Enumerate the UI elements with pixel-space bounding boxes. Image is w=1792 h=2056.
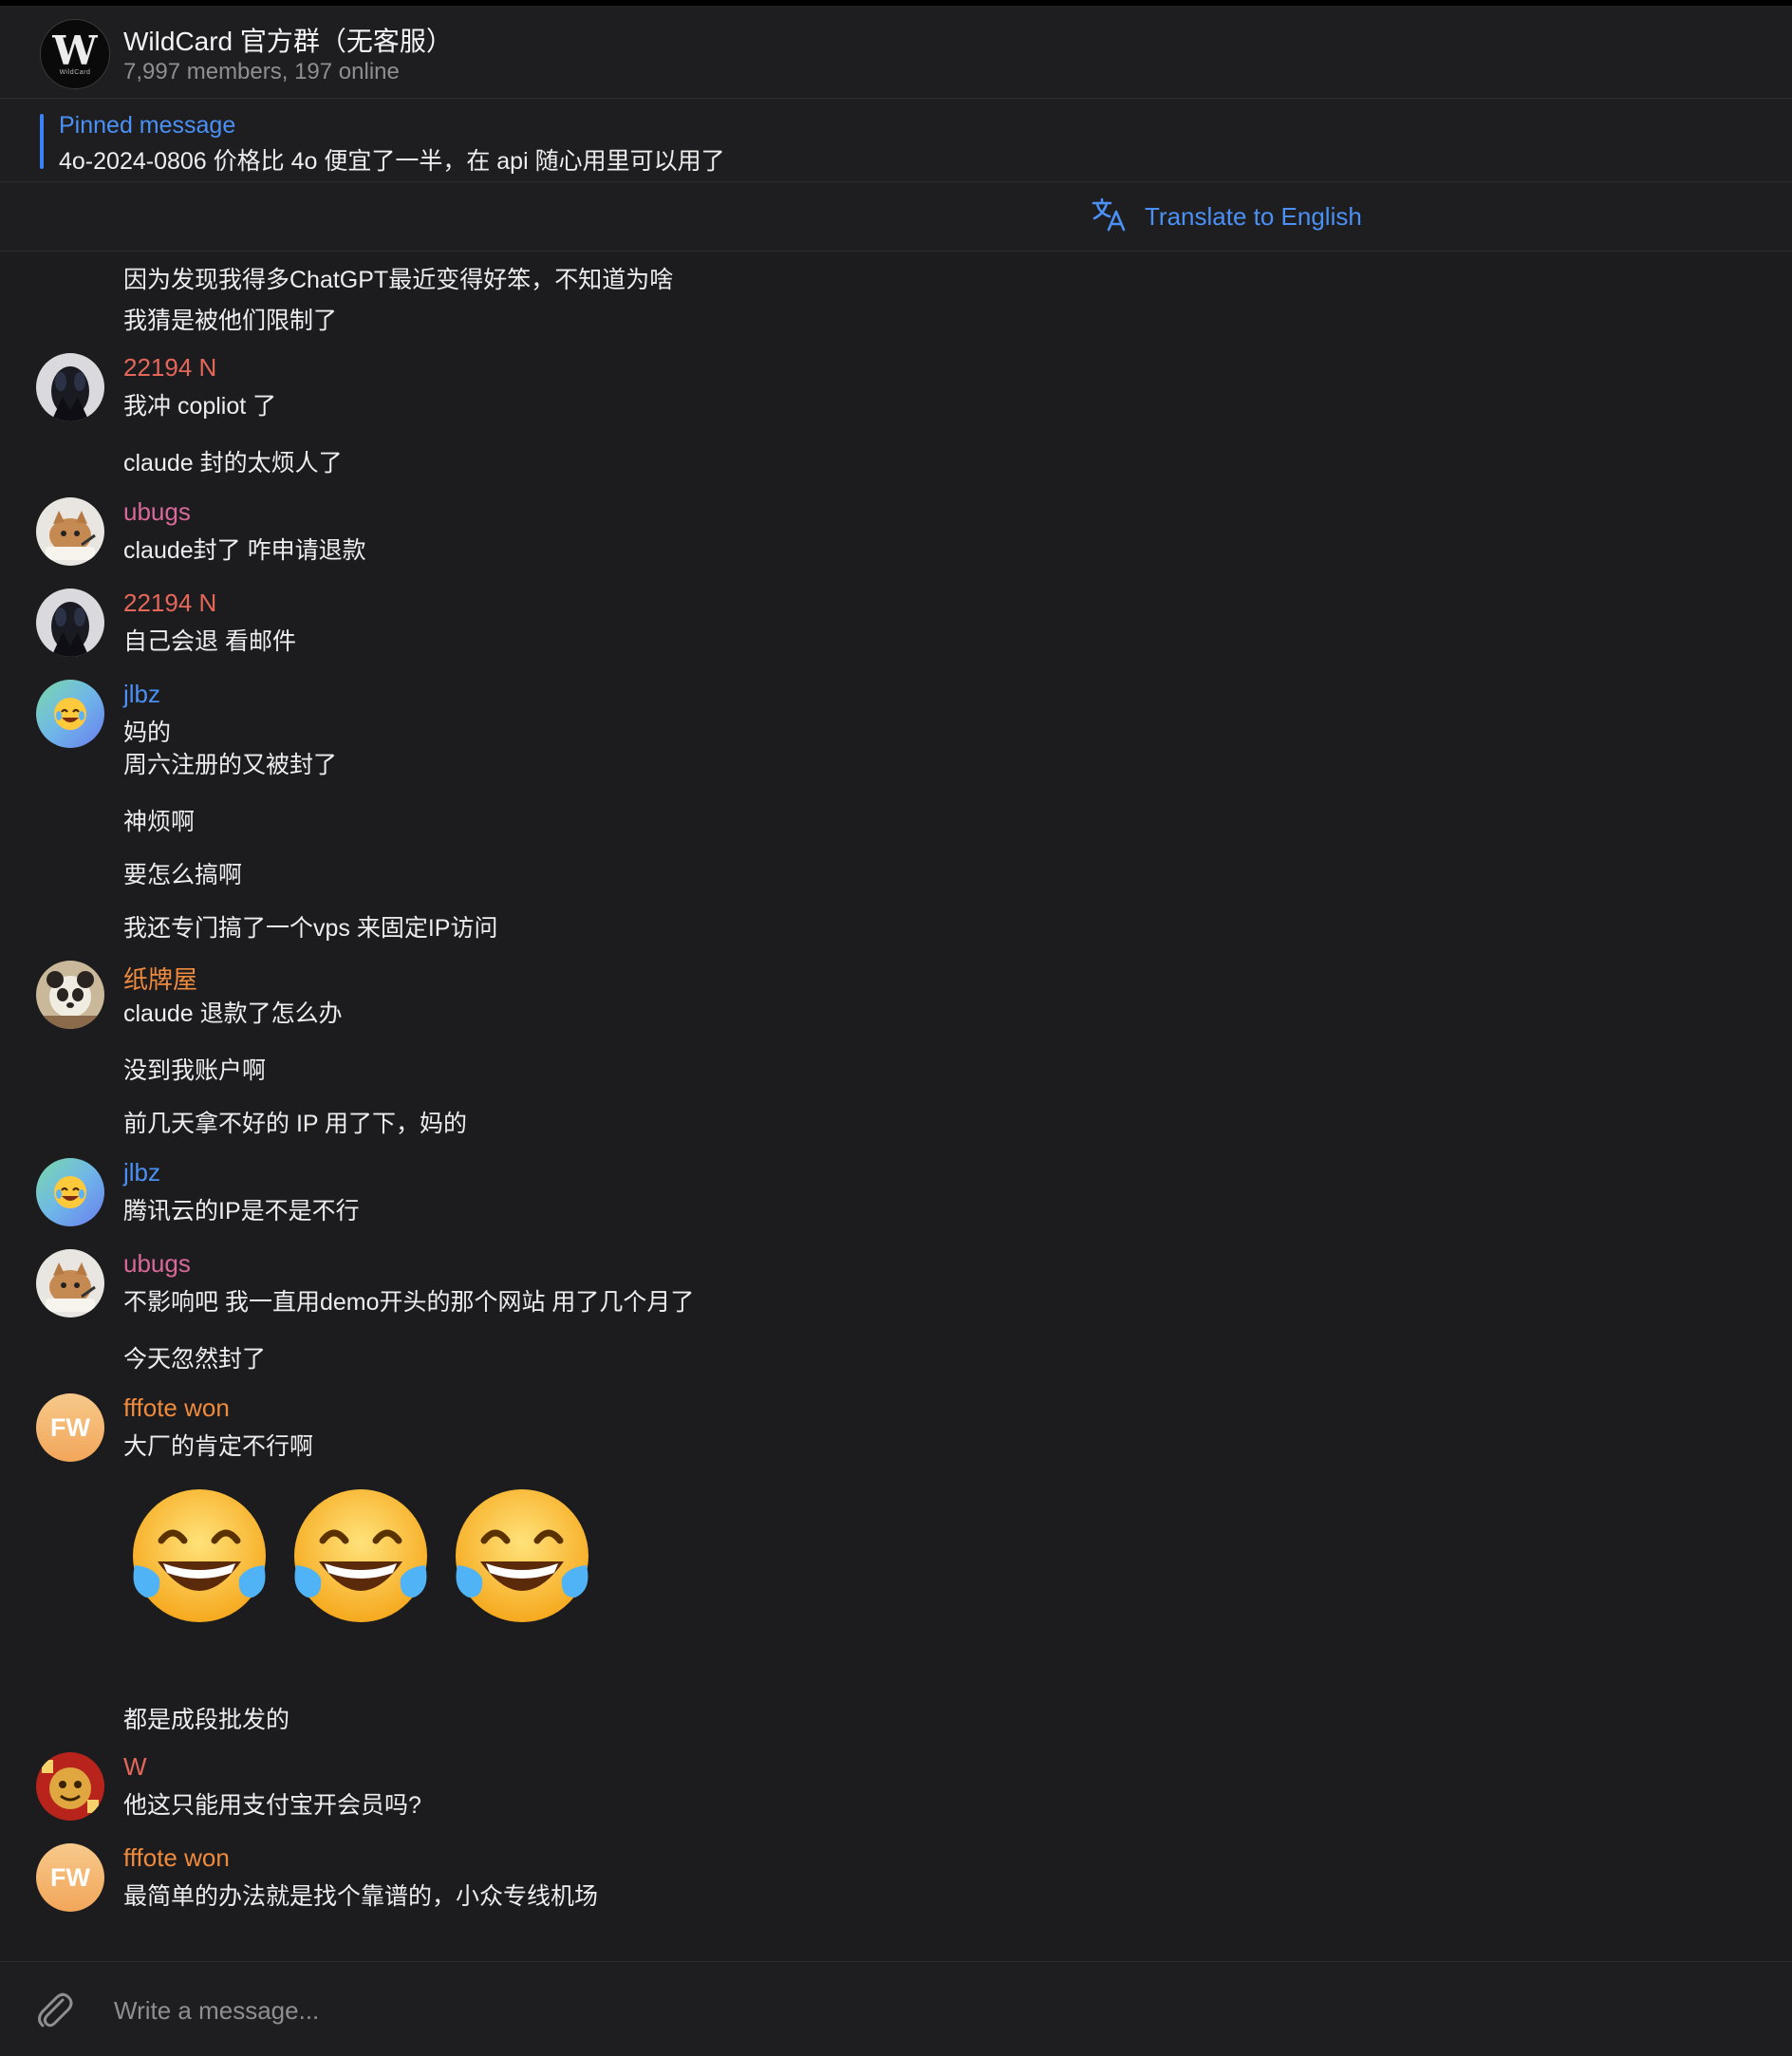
- laughing-tears-emoji: [456, 1489, 588, 1622]
- message-text: 我猜是被他们限制了: [123, 308, 338, 334]
- avatar-22194[interactable]: [36, 353, 104, 421]
- laughing-tears-emoji: [294, 1489, 427, 1622]
- avatar-w[interactable]: [36, 1752, 104, 1821]
- paperclip-icon[interactable]: [34, 1989, 78, 2032]
- sender-name[interactable]: jlbz: [123, 1158, 160, 1187]
- pinned-text: 4o-2024-0806 价格比 4o 便宜了一半，在 api 随心用里可以用了: [59, 148, 725, 175]
- translate-label: Translate to English: [1145, 201, 1362, 231]
- message-text: 妈的: [123, 720, 172, 746]
- message-text: 不影响吧 我一直用demo开头的那个网站 用了几个月了: [123, 1289, 695, 1316]
- emoji-message: [125, 1486, 596, 1634]
- message-text: 大厂的肯定不行啊: [123, 1433, 314, 1460]
- message-list[interactable]: 因为发现我得多ChatGPT最近变得好笨，不知道为啥 我猜是被他们限制了 221…: [0, 252, 1792, 1960]
- pinned-indicator: [40, 114, 44, 169]
- group-avatar-letter: W: [52, 27, 98, 74]
- message-text: 都是成段批发的: [123, 1707, 290, 1733]
- message-text: claude 封的太烦人了: [123, 450, 343, 477]
- message-text: 因为发现我得多ChatGPT最近变得好笨，不知道为啥: [123, 267, 674, 293]
- message-composer: [0, 1961, 1792, 2056]
- avatar-fffote[interactable]: FW: [36, 1843, 104, 1912]
- sender-name[interactable]: 纸牌屋: [123, 961, 197, 996]
- avatar-jlbz[interactable]: [36, 1158, 104, 1226]
- avatar-initials: FW: [50, 1862, 90, 1892]
- message-text: claude 退款了怎么办: [123, 1000, 343, 1027]
- sender-name[interactable]: 22194 N: [123, 589, 216, 618]
- chat-member-count: 7,997 members, 197 online: [123, 59, 400, 84]
- message-text: 周六注册的又被封了: [123, 752, 338, 778]
- message-text: 前几天拿不好的 IP 用了下，妈的: [123, 1111, 468, 1137]
- avatar-initials: FW: [50, 1412, 90, 1442]
- sender-name[interactable]: ubugs: [123, 1249, 191, 1279]
- message-input[interactable]: [112, 1985, 1729, 2036]
- avatar-zhipaiwu[interactable]: [36, 961, 104, 1029]
- translate-icon: [1090, 195, 1129, 239]
- sender-name[interactable]: ubugs: [123, 497, 191, 527]
- pinned-message-bar[interactable]: Pinned message 4o-2024-0806 价格比 4o 便宜了一半…: [0, 99, 1792, 182]
- laughing-tears-emoji: [133, 1489, 266, 1622]
- message-text: 最简单的办法就是找个靠谱的，小众专线机场: [123, 1883, 599, 1910]
- pinned-label: Pinned message: [59, 112, 236, 139]
- message-text: 腾讯云的IP是不是不行: [123, 1198, 360, 1224]
- message-text: 今天忽然封了: [123, 1346, 267, 1373]
- sender-name[interactable]: W: [123, 1752, 147, 1782]
- chat-header[interactable]: W WildCard WildCard 官方群（无客服） 7,997 membe…: [0, 6, 1792, 99]
- translate-bar: Translate to English: [0, 182, 1792, 252]
- telegram-chat-window: W WildCard WildCard 官方群（无客服） 7,997 membe…: [0, 0, 1792, 2056]
- message-text: 我还专门搞了一个vps 来固定IP访问: [123, 915, 498, 942]
- group-avatar[interactable]: W WildCard: [40, 19, 110, 89]
- group-avatar-subtext: WildCard: [59, 68, 91, 76]
- sender-name[interactable]: fffote won: [123, 1843, 230, 1873]
- message-text: 要怎么搞啊: [123, 862, 243, 888]
- chat-title[interactable]: WildCard 官方群（无客服）: [123, 21, 453, 59]
- message-text: 自己会退 看邮件: [123, 628, 296, 655]
- message-text: 没到我账户啊: [123, 1057, 267, 1084]
- sender-name[interactable]: 22194 N: [123, 353, 216, 383]
- sender-name[interactable]: jlbz: [123, 680, 160, 709]
- message-text: 神烦啊: [123, 809, 196, 835]
- avatar-22194[interactable]: [36, 589, 104, 657]
- translate-button[interactable]: Translate to English: [1090, 196, 1362, 237]
- message-text: 他这只能用支付宝开会员吗?: [123, 1792, 421, 1819]
- avatar-jlbz[interactable]: [36, 680, 104, 748]
- sender-name[interactable]: fffote won: [123, 1393, 230, 1423]
- avatar-ubugs[interactable]: [36, 1249, 104, 1318]
- avatar-ubugs[interactable]: [36, 497, 104, 566]
- avatar-fffote[interactable]: FW: [36, 1393, 104, 1462]
- message-text: claude封了 咋申请退款: [123, 537, 366, 564]
- message-text: 我冲 copliot 了: [123, 393, 277, 420]
